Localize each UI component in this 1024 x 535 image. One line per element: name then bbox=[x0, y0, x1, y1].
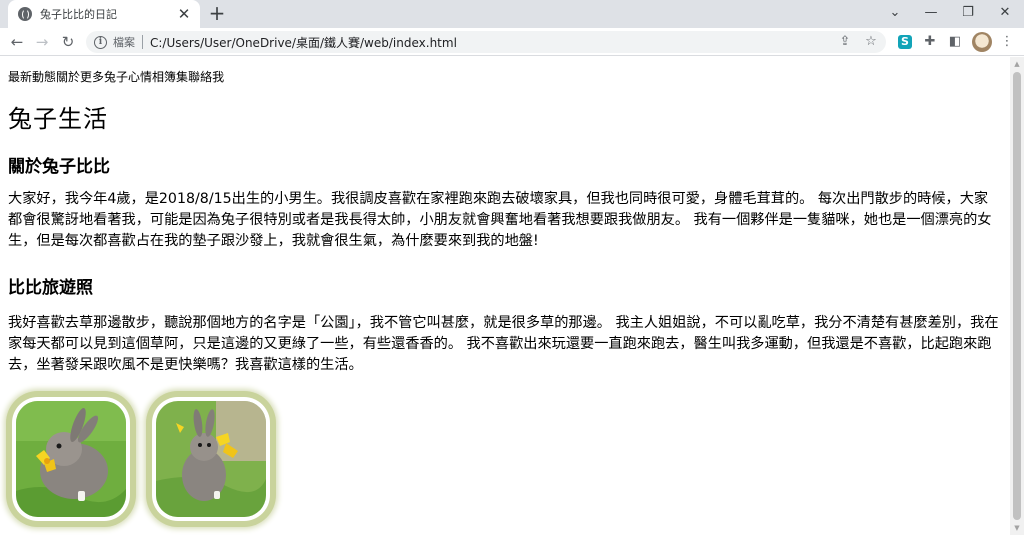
url-text[interactable]: C:/Users/User/OneDrive/桌面/鐵人賽/web/index.… bbox=[150, 34, 457, 51]
section-paragraph-travel: 我好喜歡去草那邊散步，聽說那個地方的名字是「公園」，我不管它叫甚麼，就是很多草的… bbox=[8, 315, 999, 373]
nav-link-contact[interactable]: 聯絡我 bbox=[188, 70, 224, 84]
restore-button[interactable]: ❐ bbox=[950, 0, 986, 26]
page-title: 兔子生活 bbox=[8, 105, 108, 133]
rabbit-image bbox=[16, 401, 126, 517]
sidepanel-icon[interactable]: ◧ bbox=[945, 32, 965, 52]
extension-s-icon[interactable]: S bbox=[898, 35, 912, 49]
reload-button[interactable]: ↻ bbox=[57, 31, 79, 53]
scroll-down-arrow-icon[interactable]: ▼ bbox=[1010, 521, 1024, 535]
section-title-travel: 比比旅遊照 bbox=[8, 278, 93, 298]
section-paragraph-about: 大家好，我今年4歲，是2018/8/15出生的小男生。我很調皮喜歡在家裡跑來跑去… bbox=[8, 191, 992, 249]
browser-tab[interactable]: 兔子比比的日記 ✕ bbox=[8, 0, 200, 28]
photo-frame bbox=[152, 397, 270, 521]
tab-title: 兔子比比的日記 bbox=[40, 8, 117, 21]
browser-toolbar: ← → ↻ i 檔案 C:/Users/User/OneDrive/桌面/鐵人賽… bbox=[0, 28, 1024, 56]
rabbit-photo-2 bbox=[146, 391, 276, 527]
back-button[interactable]: ← bbox=[6, 31, 28, 53]
star-icon[interactable]: ☆ bbox=[860, 31, 882, 53]
profile-avatar[interactable] bbox=[972, 32, 992, 52]
nav-link-album[interactable]: 相簿集 bbox=[152, 70, 188, 84]
close-window-button[interactable]: ✕ bbox=[987, 0, 1023, 26]
tab-search-button[interactable]: ⌄ bbox=[877, 0, 913, 26]
close-tab-icon[interactable]: ✕ bbox=[176, 6, 192, 22]
tab-strip: 兔子比比的日記 ✕ + ⌄ — ❐ ✕ bbox=[0, 0, 1024, 28]
nav-link-moods[interactable]: 更多兔子心情 bbox=[80, 70, 152, 84]
puzzle-icon[interactable]: ✚ bbox=[920, 32, 940, 52]
scroll-up-arrow-icon[interactable]: ▲ bbox=[1010, 57, 1024, 71]
page-viewport: 最新動態關於更多兔子心情相簿集聯絡我 兔子生活 關於兔子比比 大家好，我今年4歲… bbox=[0, 57, 1010, 535]
rabbit-photo-1 bbox=[6, 391, 136, 527]
forward-button[interactable]: → bbox=[31, 31, 53, 53]
photo-frame bbox=[12, 397, 130, 521]
address-divider bbox=[142, 35, 143, 49]
top-nav: 最新動態關於更多兔子心情相簿集聯絡我 bbox=[8, 68, 224, 85]
nav-link-news[interactable]: 最新動態 bbox=[8, 70, 56, 84]
menu-icon[interactable]: ⋮ bbox=[997, 32, 1017, 52]
scheme-label: 檔案 bbox=[113, 36, 135, 49]
nav-link-about[interactable]: 關於 bbox=[56, 70, 80, 84]
minimize-button[interactable]: — bbox=[913, 0, 949, 26]
share-icon[interactable]: ⇪ bbox=[834, 31, 856, 53]
rabbit-image bbox=[156, 401, 266, 517]
info-icon[interactable]: i bbox=[94, 35, 107, 49]
scroll-thumb[interactable] bbox=[1013, 72, 1021, 520]
globe-icon bbox=[18, 7, 32, 21]
vertical-scrollbar[interactable]: ▲ ▼ bbox=[1010, 57, 1024, 535]
section-title-about: 關於兔子比比 bbox=[8, 157, 110, 177]
new-tab-button[interactable]: + bbox=[206, 2, 228, 24]
address-bar[interactable]: i 檔案 C:/Users/User/OneDrive/桌面/鐵人賽/web/i… bbox=[86, 31, 886, 53]
